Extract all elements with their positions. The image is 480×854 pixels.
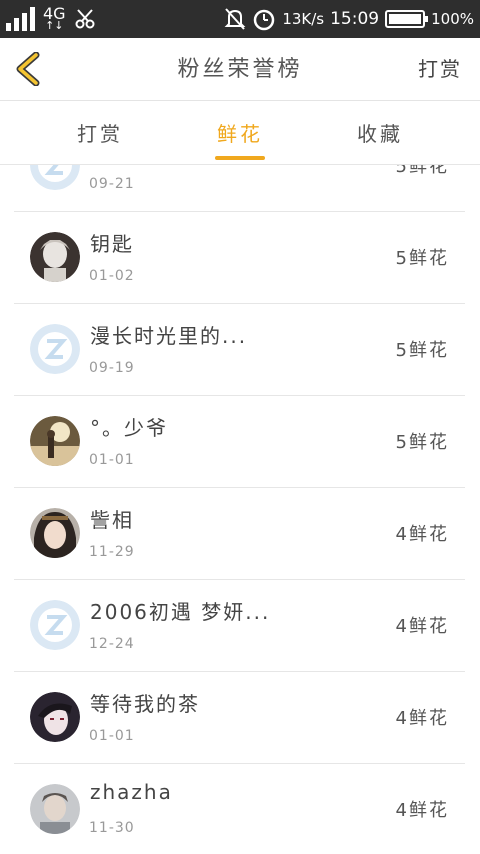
- fan-date: 09-21: [89, 176, 135, 192]
- flower-count: 4鲜花: [395, 708, 449, 729]
- fan-date: 11-29: [89, 544, 135, 560]
- tab-favorites[interactable]: 收藏: [340, 101, 420, 165]
- header-bar: 粉丝荣誉榜 打赏: [0, 38, 480, 101]
- active-tab-indicator: [215, 156, 265, 160]
- fan-name: °。少爷: [90, 416, 168, 440]
- status-bar: 4G ↑↓ 13K/s 15:09 100%: [0, 0, 480, 38]
- fan-list: 09-21 5鲜花 钥匙 01-02 5鲜花 漫长时光里的... 09-19 5…: [0, 165, 480, 854]
- fan-date: 09-19: [89, 360, 135, 376]
- flower-count: 5鲜花: [395, 432, 449, 453]
- battery-level: 100%: [431, 10, 474, 28]
- user-avatar: [30, 692, 80, 742]
- tab-reward[interactable]: 打赏: [60, 101, 140, 165]
- list-item[interactable]: 漫长时光里的... 09-19 5鲜花: [14, 304, 465, 396]
- network-speed: 13K/s: [282, 10, 325, 28]
- fan-name: 钥匙: [90, 232, 134, 256]
- flower-count: 5鲜花: [395, 248, 449, 269]
- list-item[interactable]: 訾相 11-29 4鲜花: [14, 488, 465, 580]
- list-item[interactable]: 2006初遇 梦妍... 12-24 4鲜花: [14, 580, 465, 672]
- default-avatar-icon: [30, 324, 80, 374]
- user-avatar: [30, 416, 80, 466]
- list-item[interactable]: °。少爷 01-01 5鲜花: [14, 396, 465, 488]
- flower-count: 4鲜花: [395, 800, 449, 821]
- fan-date: 01-01: [89, 452, 135, 468]
- user-avatar: [30, 508, 80, 558]
- list-item[interactable]: 09-21 5鲜花: [14, 165, 465, 212]
- fan-name: 等待我的茶: [90, 692, 200, 716]
- mute-bell-icon: [224, 8, 246, 30]
- flower-count: 5鲜花: [395, 340, 449, 361]
- list-item[interactable]: 等待我的茶 01-01 4鲜花: [14, 672, 465, 764]
- alarm-icon: [254, 9, 275, 31]
- clock: 15:09: [330, 9, 380, 29]
- scissors-icon: [75, 9, 95, 29]
- reward-button[interactable]: 打赏: [418, 38, 462, 101]
- list-item[interactable]: 钥匙 01-02 5鲜花: [14, 212, 465, 304]
- default-avatar-icon: [30, 165, 80, 190]
- user-avatar: [30, 232, 80, 282]
- flower-count: 5鲜花: [395, 165, 449, 177]
- fan-date: 11-30: [89, 820, 135, 836]
- data-arrows-icon: ↑↓: [45, 19, 64, 32]
- page-title: 粉丝荣誉榜: [177, 57, 303, 82]
- signal-icon: [6, 7, 35, 31]
- fan-date: 01-01: [89, 728, 135, 744]
- fan-date: 01-02: [89, 268, 135, 284]
- fan-date: 12-24: [89, 636, 135, 652]
- fan-name: zhazha: [90, 780, 173, 804]
- fan-name: 訾相: [90, 508, 134, 532]
- fan-name: 漫长时光里的...: [90, 324, 248, 348]
- network-indicator: 4G ↑↓: [43, 6, 66, 32]
- flower-count: 4鲜花: [395, 524, 449, 545]
- default-avatar-icon: [30, 600, 80, 650]
- list-item[interactable]: zhazha 11-30 4鲜花: [14, 764, 465, 854]
- fan-name: 2006初遇 梦妍...: [90, 600, 271, 624]
- battery-icon: [385, 10, 429, 28]
- user-avatar: [30, 784, 80, 834]
- flower-count: 4鲜花: [395, 616, 449, 637]
